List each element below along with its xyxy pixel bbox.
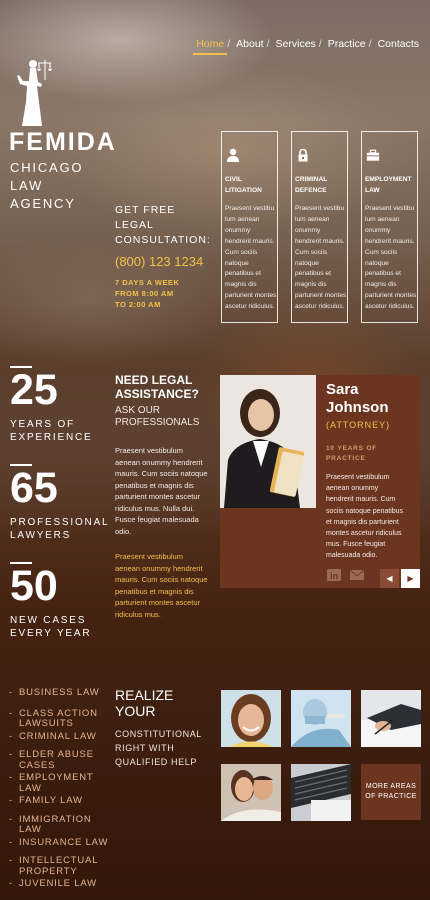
stat-cases: 50 NEW CASES EVERY YEAR	[10, 562, 91, 640]
logo-line: CHICAGO	[10, 160, 84, 175]
realize-heading: REALIZE YOUR	[115, 687, 174, 719]
area-item[interactable]: JUVENILE LAW	[9, 878, 109, 890]
stat-years: 25 YEARS OF EXPERIENCE	[10, 366, 92, 444]
prev-arrow-button[interactable]: ◀	[380, 569, 399, 588]
nav-about[interactable]: About	[233, 38, 266, 55]
logo-title[interactable]: FEMIDA	[9, 128, 117, 157]
area-item[interactable]: ELDER ABUSE CASES	[9, 749, 103, 771]
attorney-experience: 10 YEARS OF PRACTICE	[326, 445, 377, 462]
attorney-name: Sara Johnson	[326, 381, 389, 416]
more-line: MORE AREAS	[365, 783, 417, 790]
attorney-photo	[220, 375, 316, 508]
stat-number: 25	[10, 366, 58, 414]
practice-box-civil[interactable]: CIVIL LITIGATION Praesent vestibu lum aene…	[221, 131, 278, 323]
thumb-writing-photo[interactable]	[361, 690, 421, 747]
attorney-portrait-image	[220, 375, 316, 508]
stat-number: 50	[10, 562, 58, 610]
need-subheading: ASK OUR PROFESSIONALS	[115, 405, 200, 428]
area-item[interactable]: INTELLECTUAL PROPERTY	[9, 855, 109, 877]
practice-desc: Praesent vestibu lum aenean onummy hendreri…	[295, 205, 347, 311]
briefcase-icon	[366, 149, 380, 161]
stat-label: NEW CASES EVERY YEAR	[10, 615, 92, 639]
logo-line: LAW	[10, 178, 44, 193]
nav-practice[interactable]: Practice	[325, 38, 369, 55]
practice-title: CRIMINAL DEFENCE	[295, 176, 328, 194]
practice-desc: Praesent vestibu lum aenean onummy hendreri…	[225, 205, 277, 311]
next-arrow-button[interactable]: ▶	[401, 569, 420, 588]
attorney-card: Sara Johnson (ATTORNEY) 10 YEARS OF PRACTI…	[220, 375, 420, 588]
hours-line: FROM 8:00 AM	[115, 289, 174, 298]
more-areas-button[interactable]: MORE AREAS OF PRACTICE	[361, 764, 421, 820]
more-line: OF PRACTICE	[365, 793, 417, 800]
consultation-block: GET FREE LEGAL CONSULTATION: (800) 123 1…	[115, 203, 219, 310]
area-item[interactable]: CLASS ACTION LAWSUITS	[9, 708, 103, 730]
consult-heading: GET FREE LEGAL CONSULTATION:	[115, 203, 219, 248]
stat-number: 65	[10, 464, 58, 512]
need-heading: NEED LEGAL ASSISTANCE?	[115, 373, 199, 401]
person-icon	[227, 148, 239, 162]
realize-block: REALIZE YOUR CONSTITUTIONAL RIGHT WITH QUAL…	[115, 687, 215, 769]
linkedin-icon[interactable]: in	[327, 569, 341, 581]
area-item[interactable]: FAMILY LAW	[9, 795, 109, 807]
practice-box-employment[interactable]: EMPLOYMENT LAW Praesent vestibu lum aenean…	[361, 131, 418, 323]
mail-icon[interactable]	[350, 569, 364, 581]
nav-services[interactable]: Services	[273, 38, 319, 55]
hours-line: 7 DAYS A WEEK	[115, 278, 180, 287]
practice-desc: Praesent vestibu lum aenean onummy hendreri…	[365, 205, 417, 311]
thumb-doctor-photo[interactable]	[291, 690, 351, 747]
practice-title: EMPLOYMENT LAW	[365, 176, 412, 194]
thumb-couple-photo[interactable]	[221, 764, 281, 821]
hours-line: TO 2:00 AM	[115, 300, 161, 309]
lock-icon	[298, 148, 308, 162]
area-item[interactable]: INSURANCE LAW	[9, 837, 109, 849]
stat-label: YEARS OF EXPERIENCE	[10, 419, 93, 443]
logo-subtitle: CHICAGO LAW AGENCY	[10, 159, 83, 213]
nav-home[interactable]: Home	[193, 38, 228, 55]
area-item[interactable]: IMMIGRATION LAW	[9, 814, 103, 836]
need-paragraph: Praesent vestibulum aenean onummy hendrer…	[115, 446, 208, 536]
area-item[interactable]: BUSINESS LAW	[9, 687, 109, 699]
logo-line: AGENCY	[10, 196, 76, 211]
realize-subheading: CONSTITUTIONAL RIGHT WITH QUALIFIED HELP	[115, 729, 202, 767]
area-item[interactable]: EMPLOYMENT LAW	[9, 772, 103, 794]
need-legal-block: NEED LEGAL ASSISTANCE? ASK OUR PROFESSIONA…	[115, 373, 215, 620]
thumb-keyboard-photo[interactable]	[291, 764, 351, 821]
attorney-role: (ATTORNEY)	[326, 420, 391, 430]
practice-title: CIVIL LITIGATION	[225, 176, 262, 194]
nav-contacts[interactable]: Contacts	[375, 38, 422, 55]
hours: 7 DAYS A WEEK FROM 8:00 AM TO 2:00 AM	[115, 277, 219, 310]
area-item[interactable]: CRIMINAL LAW	[9, 731, 109, 743]
stat-label: PROFESSIONAL LAWYERS	[10, 517, 110, 541]
stat-lawyers: 65 PROFESSIONAL LAWYERS	[10, 464, 109, 542]
consult-line: CONSULTATION:	[115, 234, 211, 246]
lady-justice-icon[interactable]	[8, 56, 52, 128]
need-paragraph-highlight: Praesent vestibulum aenean onummy hendrer…	[115, 552, 208, 619]
practice-box-criminal[interactable]: CRIMINAL DEFENCE Praesent vestibu lum aene…	[291, 131, 348, 323]
practice-areas-list: BUSINESS LAW CLASS ACTION LAWSUITS CRIMI…	[9, 687, 109, 890]
phone-number[interactable]: (800) 123 1234	[115, 254, 219, 269]
consult-line: GET FREE	[115, 204, 176, 216]
svg-text:in: in	[330, 571, 338, 581]
attorney-description: Praesent vestibulum aenean onummy hendreri…	[326, 474, 404, 560]
thumb-girl-photo[interactable]	[221, 690, 281, 747]
consult-line: LEGAL	[115, 219, 154, 231]
main-nav: Home / About / Services / Practice / Contact…	[193, 38, 422, 55]
